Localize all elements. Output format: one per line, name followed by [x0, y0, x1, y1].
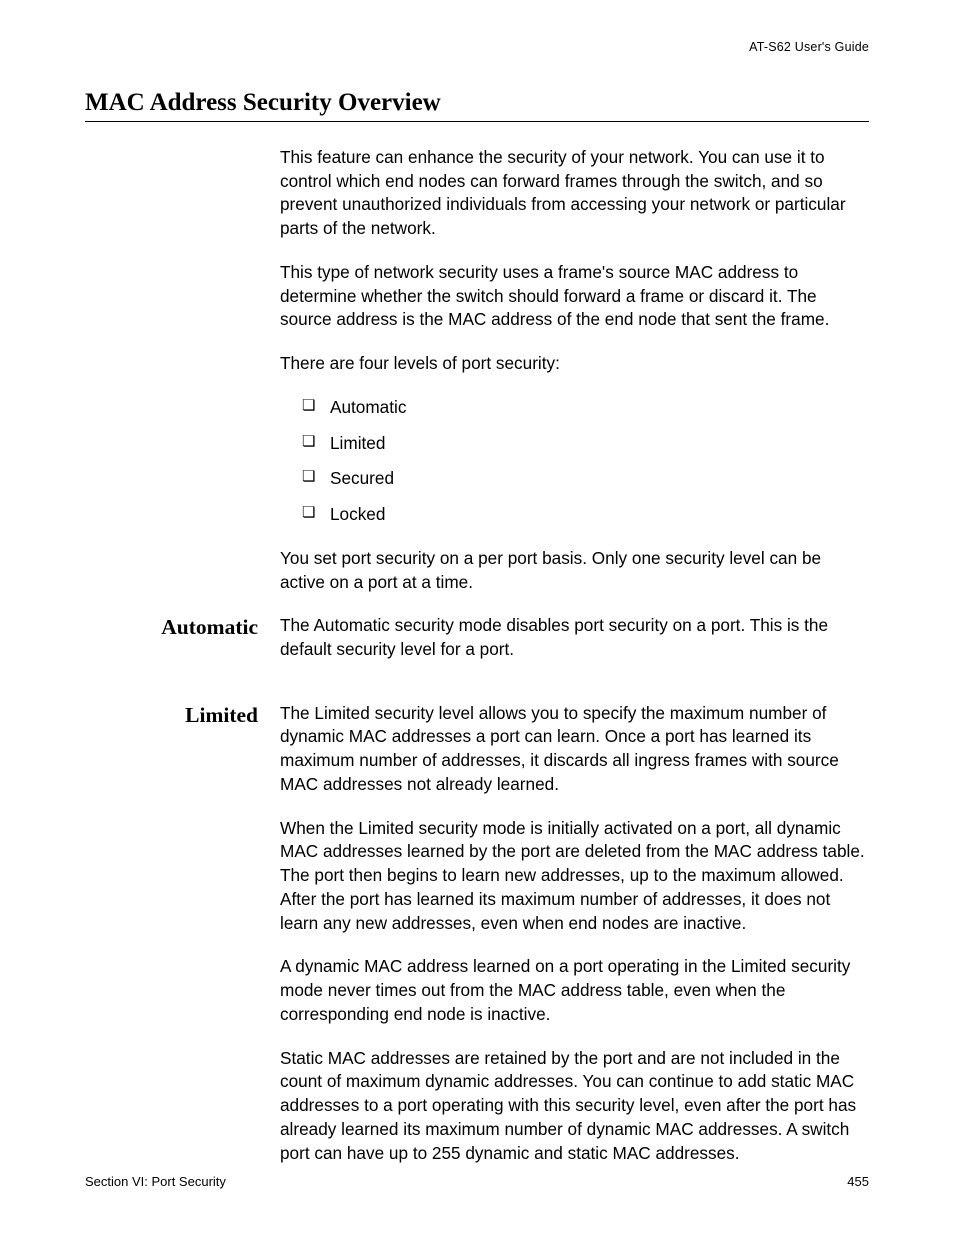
list-item: Limited: [302, 432, 869, 456]
limited-paragraph-1: The Limited security level allows you to…: [280, 702, 869, 797]
intro-paragraph-2: This type of network security uses a fra…: [280, 261, 869, 332]
security-levels-list: Automatic Limited Secured Locked: [302, 396, 869, 527]
header-guide-title: AT-S62 User's Guide: [85, 40, 869, 54]
section-heading-automatic: Automatic: [85, 614, 280, 681]
page-title: MAC Address Security Overview: [85, 89, 869, 122]
limited-paragraph-4: Static MAC addresses are retained by the…: [280, 1047, 869, 1166]
intro-paragraph-3: There are four levels of port security:: [280, 352, 869, 376]
limited-paragraph-2: When the Limited security mode is initia…: [280, 817, 869, 936]
footer-section-label: Section VI: Port Security: [85, 1174, 226, 1189]
section-heading-limited: Limited: [85, 702, 280, 1185]
list-item: Automatic: [302, 396, 869, 420]
limited-paragraph-3: A dynamic MAC address learned on a port …: [280, 955, 869, 1026]
list-item: Locked: [302, 503, 869, 527]
intro-paragraph-1: This feature can enhance the security of…: [280, 146, 869, 241]
list-item: Secured: [302, 467, 869, 491]
intro-paragraph-4: You set port security on a per port basi…: [280, 547, 869, 594]
automatic-paragraph-1: The Automatic security mode disables por…: [280, 614, 869, 661]
footer-page-number: 455: [847, 1174, 869, 1189]
